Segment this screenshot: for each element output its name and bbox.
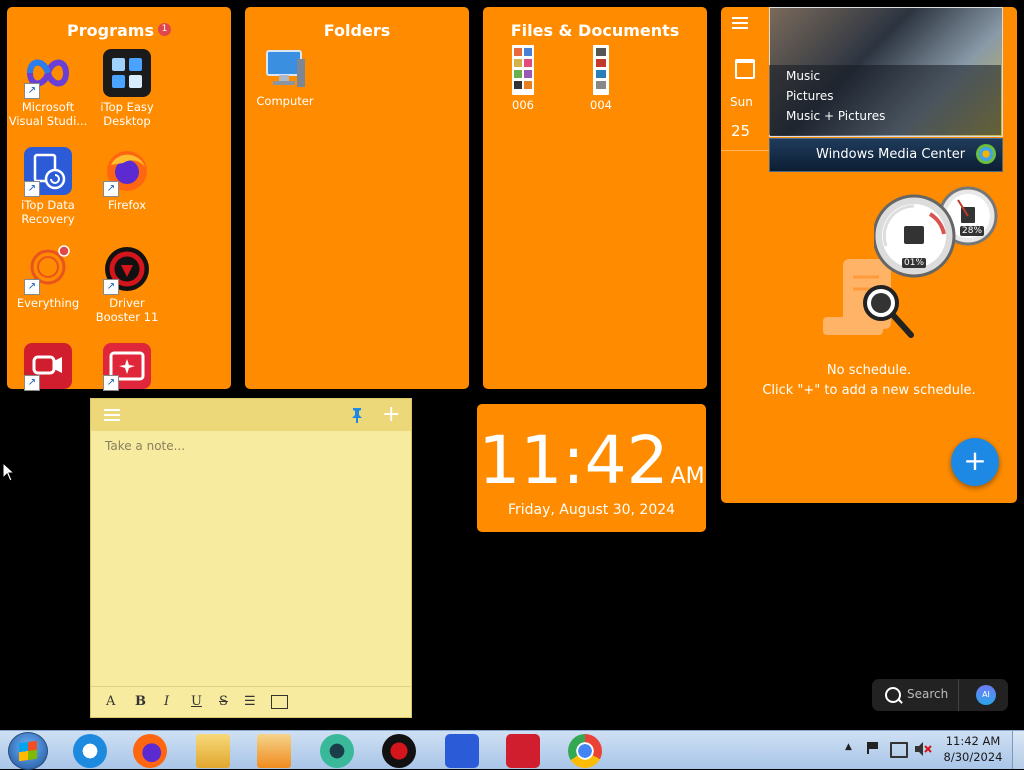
sticky-note: + Take a note... A B I U S ☰ [90,398,412,718]
shortcut-arrow-icon: ↗ [24,181,40,197]
day-name: Sun [730,95,753,109]
search-divider [958,679,959,711]
note-menu-icon[interactable] [104,409,120,421]
image-file-icon [512,45,534,95]
taskbar-internet-explorer-icon[interactable] [73,734,107,768]
file-item-004[interactable]: 004 [561,45,641,112]
divider [721,150,769,151]
desktop-icon-screen-recorder[interactable]: ↗ [8,343,88,392]
underline-icon[interactable]: U [191,694,202,709]
firefox-icon: ↗ [103,147,151,197]
folder-item-computer[interactable]: Computer [245,47,325,108]
shortcut-arrow-icon: ↗ [103,279,119,295]
strikethrough-icon[interactable]: S [219,694,228,709]
shortcut-arrow-icon: ↗ [24,375,40,391]
desktop-icon-itop-data-recovery[interactable]: ↗ iTop Data Recovery [8,147,88,226]
media-center-gadget[interactable]: Music Pictures Music + Pictures Windows … [769,7,1003,172]
mouse-cursor [2,461,16,486]
search-label: Search [907,687,949,701]
menu-icon[interactable] [732,17,748,29]
ai-assistant-icon[interactable]: AI [976,685,996,705]
pin-icon[interactable] [351,407,363,423]
list-icon[interactable]: ☰ [244,694,256,709]
add-note-icon[interactable]: + [382,402,400,427]
windows-logo-icon [19,740,37,762]
cpu-meter-gadget[interactable]: 01% 28% [872,186,1002,278]
programs-title: Programs 1 [7,21,231,40]
desktop-icon-everything[interactable]: ↗ Everything [8,245,88,310]
start-button[interactable] [8,732,48,770]
network-icon[interactable] [890,742,908,758]
memory-percent: 28% [960,226,985,236]
files-panel: Files & Documents 006 004 [483,7,707,389]
desktop-icon-video-editor[interactable]: ↗ [87,343,167,392]
schedule-empty-text: No schedule. Click "+" to add a new sche… [762,363,976,398]
add-schedule-button[interactable]: + [951,438,999,486]
system-clock[interactable]: 11:42 AM 8/30/2024 [942,733,1004,765]
action-center-flag-icon[interactable] [867,742,881,754]
notification-badge: 1 [157,23,171,36]
file-item-006[interactable]: 006 [483,45,563,112]
screen-recorder-icon: ↗ [24,343,72,391]
image-icon[interactable] [271,695,288,709]
clock-date: Friday, August 30, 2024 [507,502,676,518]
desktop-icon-visual-studio[interactable]: ↗ Microsoft Visual Studi... [8,49,88,128]
desktop-icon-firefox[interactable]: ↗ Firefox [87,147,167,212]
show-desktop-button[interactable] [1012,731,1024,769]
taskbar-driver-booster-icon[interactable] [382,734,416,768]
clock-time: 11:42AM [478,422,705,499]
taskbar-media-player-icon[interactable] [257,734,291,768]
media-center-title: Windows Media Center [816,147,966,162]
note-body[interactable]: Take a note... [105,439,185,453]
volume-muted-icon[interactable] [914,741,932,757]
note-header: + [91,399,411,431]
bold-icon[interactable]: B [135,694,146,709]
files-title: Files & Documents [510,21,680,40]
programs-panel: Programs 1 ↗ Microsoft Visual Studi... iT… [7,7,231,392]
day-number[interactable]: 25 [731,122,750,140]
note-toolbar: A B I U S ☰ [91,686,411,717]
show-hidden-icons[interactable]: ▲ [845,742,852,752]
media-menu-pictures[interactable]: Pictures [786,89,834,103]
itop-data-recovery-icon: ↗ [24,147,72,197]
taskbar-file-explorer-icon[interactable] [196,734,230,768]
italic-icon[interactable]: I [164,694,169,709]
visual-studio-icon: ↗ [24,49,72,99]
shortcut-arrow-icon: ↗ [103,181,119,197]
clock-widget: 11:42AM Friday, August 30, 2024 [477,404,706,532]
taskbar: ▲ 11:42 AM 8/30/2024 [0,730,1024,770]
font-icon[interactable]: A [106,694,115,709]
shortcut-arrow-icon: ↗ [103,375,119,391]
taskbar-chrome-icon[interactable] [568,734,602,768]
taskbar-itop-data-recovery-icon[interactable] [445,734,479,768]
itop-easy-desktop-icon [103,49,151,97]
windows-logo-icon [976,144,996,164]
video-editor-icon: ↗ [103,343,151,391]
taskbar-firefox-icon[interactable] [133,734,167,768]
taskbar-app-icon[interactable] [320,734,354,768]
search-icon-handle [897,698,903,704]
folders-title: Folders [323,21,391,40]
calendar-icon[interactable] [735,59,755,79]
search-widget[interactable]: Search AI [872,679,1008,711]
media-menu-music-pictures[interactable]: Music + Pictures [786,109,885,123]
everything-icon: ↗ [24,245,72,295]
cpu-percent: 01% [902,258,927,268]
computer-icon [263,47,307,91]
media-center-brand-bar: Windows Media Center [769,138,1003,172]
shortcut-arrow-icon: ↗ [24,83,40,99]
desktop-icon-driver-booster[interactable]: ↗ Driver Booster 11 [87,245,167,324]
plus-icon: + [963,444,987,477]
taskbar-screen-recorder-icon[interactable] [506,734,540,768]
driver-booster-icon: ↗ [103,245,151,295]
folders-panel: Folders Computer [245,7,469,389]
media-menu-music[interactable]: Music [786,69,820,83]
desktop-icon-itop-easy-desktop[interactable]: iTop Easy Desktop [87,49,167,128]
shortcut-arrow-icon: ↗ [24,279,40,295]
image-file-icon [593,45,609,95]
